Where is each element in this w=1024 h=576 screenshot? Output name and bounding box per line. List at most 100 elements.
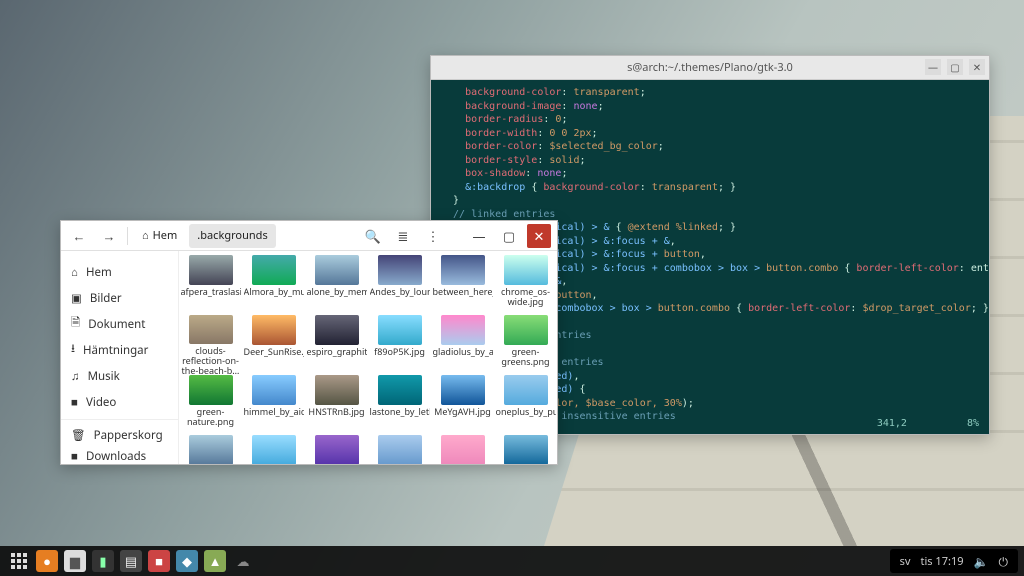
view-mode-button[interactable]: ≣ [391, 224, 415, 248]
taskbar-files[interactable]: ▆ [64, 550, 86, 572]
fm-sidebar: ⌂Hem ▣ Bilder 🗎 Dokument ⭳Hämtningar♫Musik ■ Vi… [61, 251, 179, 464]
sidebar-icon: ⌂ [71, 265, 78, 280]
file-label: green-nature.png [181, 407, 241, 427]
file-label: HNSTRnB.jpg [308, 407, 364, 417]
fm-close-button[interactable]: ✕ [527, 224, 551, 248]
file-thumb[interactable]: prop_my_sky.png [242, 435, 305, 464]
file-thumb[interactable]: Deer_SunRise.jpg [242, 315, 305, 375]
file-thumb[interactable]: Andes_by_loungedy.jpg [368, 255, 431, 315]
apps-grid-icon [11, 553, 27, 569]
volume-icon[interactable]: 🔈 [974, 553, 989, 570]
sidebar-icon: ♫ [71, 369, 80, 384]
system-tray: sv tis 17:19 🔈 ⏻ [890, 549, 1018, 573]
file-thumb[interactable]: seaside_by_thatonetommy.png [494, 435, 557, 464]
sidebar-item-hämtningar[interactable]: ⭳Hämtningar [61, 337, 178, 363]
hamburger-button[interactable]: ⋮ [421, 224, 445, 248]
taskbar-app-launcher[interactable] [8, 550, 30, 572]
sidebar-item-label: Video [86, 395, 116, 410]
thumbnail-icon [315, 375, 359, 405]
taskbar-firefox[interactable]: ● [36, 550, 58, 572]
taskbar-console[interactable]: ▮ [92, 550, 114, 572]
taskbar-app2[interactable]: ◆ [176, 550, 198, 572]
file-thumb[interactable]: clouds-reflection-on-the-beach-b… [179, 315, 242, 375]
file-thumb[interactable]: Almora_by_mustberesult.png [242, 255, 305, 315]
terminal-min-button[interactable]: — [925, 59, 941, 75]
sidebar-item-bilder[interactable]: ▣ Bilder [61, 285, 178, 311]
divider [127, 227, 128, 245]
clock[interactable]: tis 17:19 [920, 554, 963, 569]
nav-back-button[interactable]: ← [67, 224, 91, 248]
file-thumb[interactable]: alone_by_memovaslg.png [305, 255, 368, 315]
fm-file-grid: afpera_traslasierra_by_adn_per…Almora_by… [179, 251, 557, 464]
sidebar-icon: 🗑 [71, 428, 86, 443]
path-bar: ⌂ Hem .backgrounds [134, 224, 276, 248]
file-label: himmel_by_aidendrew.jpg [244, 407, 304, 417]
sidebar-item-dokument[interactable]: 🗎 Dokument [61, 311, 178, 337]
file-thumb[interactable]: reflection_by_puscifer91.png [368, 435, 431, 464]
file-thumb[interactable]: MeYgAVH.jpg [431, 375, 494, 435]
file-thumb[interactable]: Over the clouds_by_gieffe22.jpg [179, 435, 242, 464]
power-icon[interactable]: ⏻ [999, 553, 1009, 570]
file-thumb[interactable]: chrome_os-wide.jpg [494, 255, 557, 315]
path-current[interactable]: .backgrounds [189, 224, 275, 248]
thumbnail-icon [441, 255, 485, 285]
file-label: Andes_by_loungedy.jpg [370, 287, 430, 297]
file-thumb[interactable]: lastone_by_lethalnik_art.jpg [368, 375, 431, 435]
sidebar-icon: ■ [71, 395, 78, 410]
file-thumb[interactable]: roseate_by_asiaonly.jpg [431, 435, 494, 464]
thumbnail-icon [252, 435, 296, 464]
taskbar-app1[interactable]: ■ [148, 550, 170, 572]
file-thumb[interactable]: afpera_traslasierra_by_adn_per… [179, 255, 242, 315]
taskbar-app4[interactable]: ☁ [232, 550, 254, 572]
thumbnail-icon [378, 375, 422, 405]
path-current-label: .backgrounds [197, 228, 267, 243]
thumbnail-icon [189, 315, 233, 344]
sidebar-item-label: Bilder [90, 291, 122, 306]
path-home[interactable]: ⌂ Hem [134, 224, 185, 248]
sidebar-icon: 🗎 [71, 315, 80, 334]
thumbnail-icon [189, 375, 233, 405]
sidebar-item-musik[interactable]: ♫Musik [61, 363, 178, 389]
file-thumb[interactable]: green-nature.png [179, 375, 242, 435]
file-thumb[interactable]: green-greens.png [494, 315, 557, 375]
file-label: green-greens.png [496, 347, 556, 367]
path-home-label: Hem [153, 228, 178, 243]
terminal-title: s@arch:~/.themes/Plano/gtk-3.0 [627, 60, 793, 75]
file-thumb[interactable]: f89oP5K.jpg [368, 315, 431, 375]
keyboard-layout[interactable]: sv [900, 554, 911, 569]
file-thumb[interactable]: oneplus_by_puscifer91.png [494, 375, 557, 435]
thumbnail-icon [504, 255, 548, 285]
terminal-close-button[interactable]: ✕ [969, 59, 985, 75]
fm-toolbar: ← → ⌂ Hem .backgrounds 🔍 ≣ ⋮ — ▢ ✕ [61, 221, 557, 251]
sidebar-item-hem[interactable]: ⌂Hem [61, 259, 178, 285]
fm-max-button[interactable]: ▢ [497, 224, 521, 248]
terminal-max-button[interactable]: ▢ [947, 59, 963, 75]
sidebar-item-label: Hämtningar [83, 343, 148, 358]
file-thumb[interactable]: gladiolus_by_asiaonly.jpg [431, 315, 494, 375]
sidebar-item-label: Dokument [88, 317, 145, 332]
sidebar-icon: ▣ [71, 291, 82, 306]
search-icon: 🔍 [365, 227, 381, 245]
file-thumb[interactable]: espiro_graphite.jpg [305, 315, 368, 375]
nav-forward-button[interactable]: → [97, 224, 121, 248]
search-button[interactable]: 🔍 [361, 224, 385, 248]
taskbar: ● ▆ ▮ ▤ ■ ◆ ▲ ☁ sv tis 17:19 🔈 ⏻ [0, 546, 1024, 576]
sidebar-item-downloads[interactable]: ■Downloads [61, 443, 178, 464]
file-thumb[interactable]: between_here_and_there_deskt… [431, 255, 494, 315]
thumbnail-icon [378, 435, 422, 464]
fm-min-button[interactable]: — [467, 224, 491, 248]
file-thumb[interactable]: HNSTRnB.jpg [305, 375, 368, 435]
sidebar-item-video[interactable]: ■ Video [61, 389, 178, 415]
file-thumb[interactable]: himmel_by_aidendrew.jpg [242, 375, 305, 435]
file-label: clouds-reflection-on-the-beach-b… [181, 346, 241, 375]
thumbnail-icon [315, 435, 359, 464]
taskbar-text[interactable]: ▤ [120, 550, 142, 572]
thumbnail-icon [189, 435, 233, 464]
thumbnail-icon [504, 315, 548, 345]
sidebar-item-label: Papperskorg [94, 428, 163, 443]
terminal-titlebar[interactable]: s@arch:~/.themes/Plano/gtk-3.0 — ▢ ✕ [431, 56, 989, 80]
terminal-scroll-pct: 8% [967, 417, 979, 431]
sidebar-item-papperskorg[interactable]: 🗑 Papperskorg [61, 419, 178, 443]
taskbar-app3[interactable]: ▲ [204, 550, 226, 572]
file-thumb[interactable]: purple_by_asiaonly.jpg [305, 435, 368, 464]
